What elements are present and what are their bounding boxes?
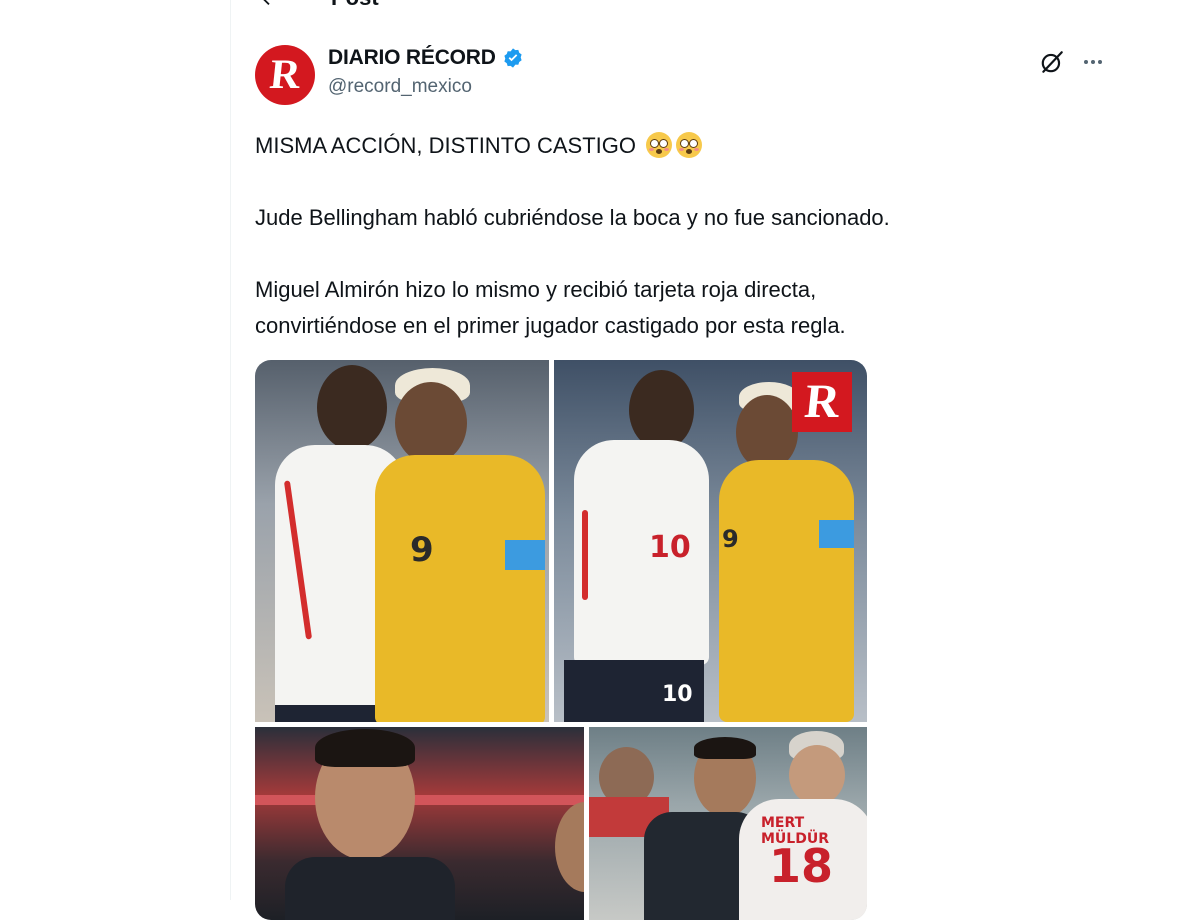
tweet-text: MISMA ACCIÓN, DISTINTO CASTIGO Jude Bell… <box>255 128 1075 344</box>
arrow-left-icon <box>263 0 270 6</box>
tweet-line-4: convirtiéndose en el primer jugador cast… <box>255 313 846 338</box>
grok-icon <box>1041 51 1063 73</box>
yellow-jersey <box>719 460 854 722</box>
post-header: Post <box>231 0 1200 18</box>
grok-button[interactable] <box>1036 46 1068 78</box>
player-head <box>317 365 387 450</box>
jersey-number: 9 <box>722 525 739 553</box>
player-head <box>629 370 694 450</box>
avatar[interactable]: R <box>255 45 315 105</box>
author-handle[interactable]: @record_mexico <box>328 76 524 98</box>
tweet-line-1: MISMA ACCIÓN, DISTINTO CASTIGO <box>255 133 636 158</box>
player-head <box>395 382 467 464</box>
photo-bellingham-partey-2[interactable]: 10 10 9 R <box>554 360 867 722</box>
background-player <box>555 802 584 892</box>
more-horizontal-icon <box>1084 60 1102 64</box>
jersey-number: 10 <box>649 530 691 565</box>
tweet-line-2: Jude Bellingham habló cubriéndose la boc… <box>255 205 890 230</box>
flushed-face-emoji-icon <box>646 132 673 158</box>
captain-armband <box>819 520 854 548</box>
column-divider <box>230 0 231 900</box>
verified-badge-icon[interactable] <box>502 47 524 69</box>
author-name[interactable]: DIARIO RÉCORD <box>328 46 496 70</box>
shorts-number: 10 <box>662 682 693 707</box>
captain-armband <box>505 540 545 570</box>
player-head <box>789 745 845 805</box>
stadium-banner <box>255 795 584 805</box>
flushed-face-emoji-icon <box>676 132 703 158</box>
photo-bellingham-partey-1[interactable]: 9 <box>255 360 549 722</box>
author-block: DIARIO RÉCORD @record_mexico <box>328 46 524 98</box>
avatar-logo: R <box>267 52 303 98</box>
jersey-number: 9 <box>410 530 434 570</box>
photo-almiron[interactable] <box>255 727 584 920</box>
dark-jersey <box>285 857 455 920</box>
jersey-stripe <box>582 510 588 600</box>
photo-muldur[interactable]: MERT MÜLDÜR 18 <box>589 727 867 920</box>
jersey-number: 18 <box>769 839 834 893</box>
left-sidebar <box>0 0 230 900</box>
more-button[interactable] <box>1077 46 1109 78</box>
page-title: Post <box>331 0 379 11</box>
yellow-jersey <box>375 455 545 722</box>
tweet-line-3: Miguel Almirón hizo lo mismo y recibió t… <box>255 277 817 302</box>
back-button[interactable] <box>249 0 289 18</box>
player-hair <box>694 737 756 759</box>
tweet-media-grid[interactable]: 9 10 10 9 R MERT MÜLDÜR 18 <box>255 360 867 920</box>
player-hair <box>315 729 415 767</box>
player-head <box>736 395 798 470</box>
record-watermark-logo: R <box>792 372 852 432</box>
